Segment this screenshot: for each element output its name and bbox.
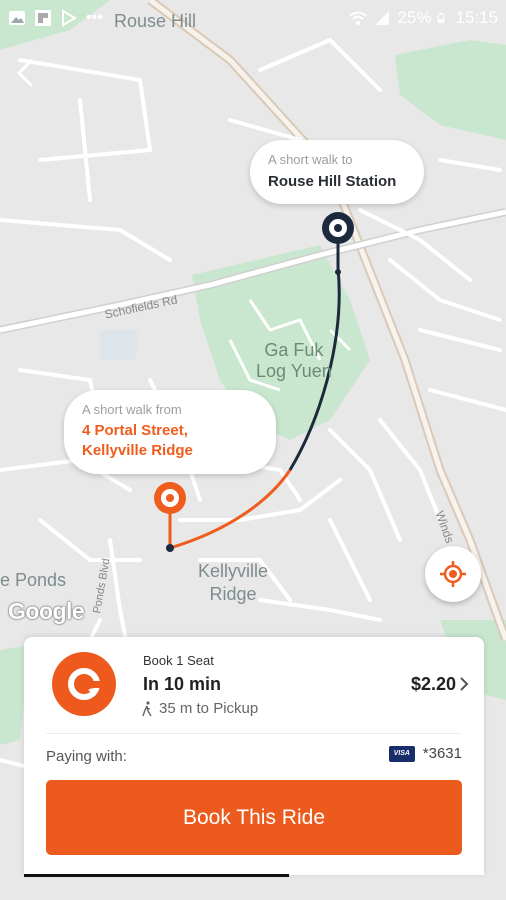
- battery-icon: [438, 12, 445, 24]
- paying-with-label: Paying with:: [46, 748, 127, 765]
- flipboard-icon: [35, 10, 51, 26]
- destination-pin-icon: [322, 212, 354, 244]
- visa-card-icon: VISA: [388, 745, 415, 762]
- walking-person-icon: [142, 700, 152, 716]
- book-ride-button[interactable]: Book This Ride: [46, 780, 462, 855]
- clock: 15:15: [455, 8, 498, 27]
- pickup-bubble: A short walk from 4 Portal Street, Kelly…: [64, 390, 276, 474]
- walk-distance: 35 m to Pickup: [159, 700, 259, 717]
- google-attribution: Google: [8, 598, 85, 624]
- pickup-title-line2: Kellyville Ridge: [82, 442, 193, 459]
- map-label-kellyville-ridge: Kellyville Ridge: [198, 561, 269, 604]
- pickup-subtitle: A short walk from: [82, 402, 182, 417]
- my-location-button[interactable]: [425, 546, 481, 602]
- play-store-icon: [62, 9, 77, 27]
- pickup-pin-icon: [154, 482, 186, 514]
- back-button[interactable]: [8, 56, 42, 90]
- wifi-icon: [349, 11, 368, 25]
- payment-method[interactable]: VISA *3631: [388, 745, 462, 762]
- signal-icon: [375, 11, 390, 25]
- divider: [46, 733, 462, 734]
- card-number: *3631: [422, 745, 462, 762]
- status-right: 25% 15:15: [349, 8, 498, 28]
- map-label-ponds: e Ponds: [0, 570, 67, 590]
- price[interactable]: $2.20: [411, 674, 456, 695]
- walk-distance-row: 35 m to Pickup: [141, 700, 258, 717]
- eta-text: In 10 min: [143, 674, 222, 694]
- destination-subtitle: A short walk to: [268, 152, 353, 167]
- app-logo-icon: [52, 652, 116, 716]
- status-bar: ••• 25% 15:15: [0, 0, 506, 36]
- destination-bubble: A short walk to Rouse Hill Station: [250, 140, 424, 204]
- gallery-icon: [9, 11, 25, 25]
- destination-title: Rouse Hill Station: [268, 173, 397, 190]
- status-left-icons: •••: [8, 9, 103, 27]
- more-dots-icon: •••: [86, 9, 103, 26]
- pickup-title-line1: 4 Portal Street,: [82, 422, 188, 439]
- map-label-rouse-hill: Rouse Hill: [114, 11, 197, 31]
- chevron-left-icon: [16, 59, 33, 87]
- crosshair-icon: [440, 561, 466, 587]
- seat-label: Book 1 Seat: [143, 653, 214, 668]
- map-label-park: Ga Fuk Log Yuen: [256, 340, 332, 381]
- battery-percent: 25%: [397, 8, 432, 27]
- chevron-right-icon[interactable]: [458, 675, 470, 693]
- ride-booking-card: Book 1 Seat In 10 min 35 m to Pickup $2.…: [24, 637, 484, 875]
- progress-indicator: [24, 874, 289, 877]
